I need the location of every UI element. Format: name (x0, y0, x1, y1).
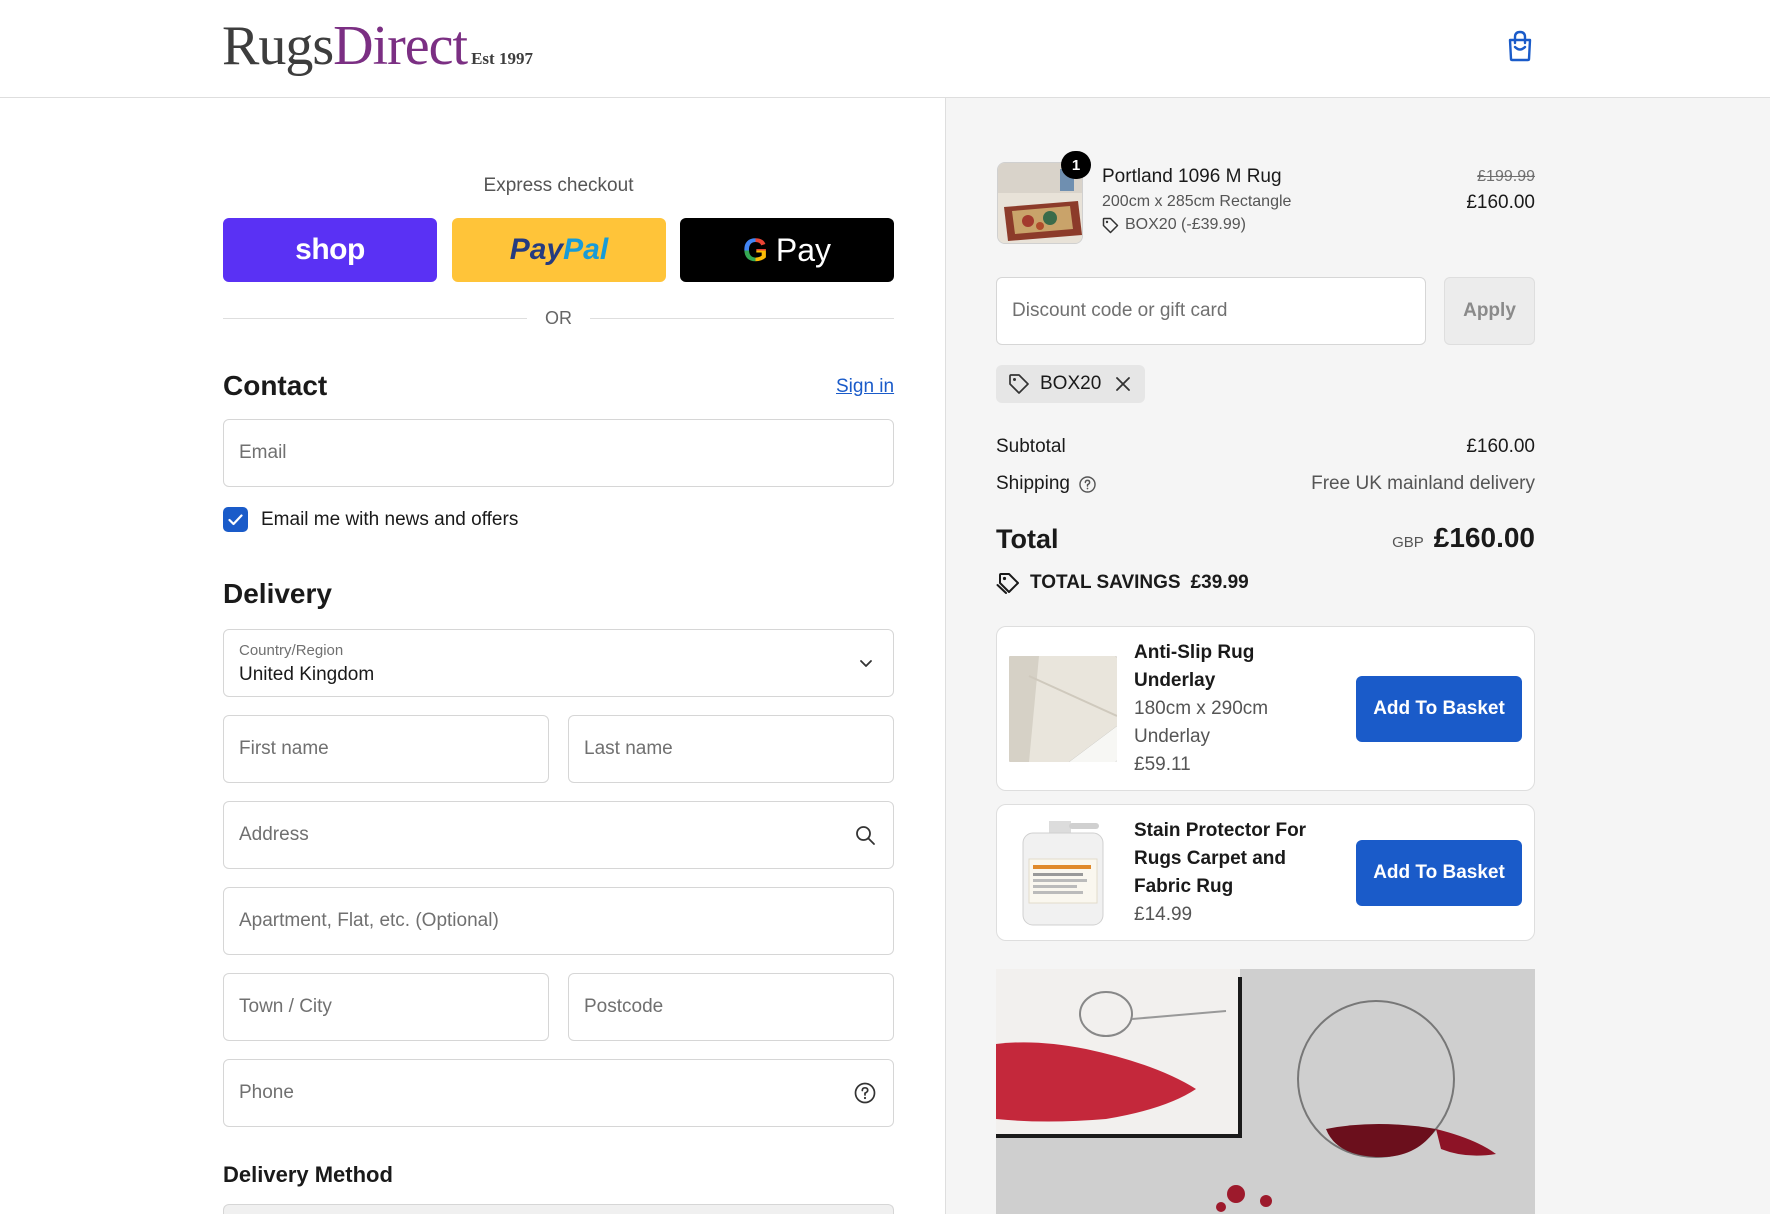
savings-value: £39.99 (1190, 572, 1249, 593)
help-circle-icon[interactable] (853, 1081, 877, 1105)
newsletter-checkbox[interactable] (223, 507, 248, 532)
item-price: £160.00 (1466, 192, 1535, 213)
discount-code-input[interactable]: Discount code or gift card (996, 277, 1426, 345)
google-pay-label: Pay (775, 231, 832, 268)
paypal-label-part1: Pay (509, 233, 564, 266)
sign-in-link[interactable]: Sign in (836, 376, 894, 398)
delivery-method-box[interactable] (223, 1204, 894, 1214)
shipping-value: Free UK mainland delivery (1311, 473, 1535, 494)
google-g-icon: G (742, 231, 768, 268)
help-circle-icon[interactable] (1078, 475, 1097, 494)
logo-est-text: Est 1997 (471, 49, 533, 68)
rugsdirect-logo[interactable]: Rugs Direct Est 1997 (222, 14, 533, 78)
tag-icon (996, 573, 1019, 594)
item-discount: BOX20 (-£39.99) (1102, 216, 1246, 234)
upsell-desc: 180cm x 290cm (1134, 698, 1269, 719)
discount-code-placeholder: Discount code or gift card (1012, 300, 1228, 321)
item-discount-text: BOX20 (-£39.99) (1125, 216, 1246, 233)
first-name-field[interactable]: First name (223, 715, 549, 783)
country-value: United Kingdom (239, 664, 375, 685)
apartment-placeholder: Apartment, Flat, etc. (Optional) (239, 910, 499, 931)
site-header: Rugs Direct Est 1997 (0, 0, 1770, 98)
savings-label: TOTAL SAVINGS (1030, 572, 1181, 593)
upsell-name: Fabric Rug (1134, 876, 1234, 897)
close-icon[interactable] (1115, 376, 1131, 392)
address-field[interactable]: Address (223, 801, 894, 869)
last-name-placeholder: Last name (584, 738, 673, 759)
shipping-row-label: Shipping (996, 473, 1097, 495)
shop-pay-label: shop (295, 233, 365, 266)
tag-icon (1102, 217, 1119, 233)
divider-line (223, 317, 527, 319)
or-divider: OR (223, 306, 894, 330)
applied-code-chip: BOX20 (996, 365, 1146, 403)
last-name-field[interactable]: Last name (568, 715, 894, 783)
applied-code-label: BOX20 (1040, 373, 1102, 394)
item-variant: 200cm x 285cm Rectangle (1102, 193, 1292, 210)
upsell-name: Anti-Slip Rug (1134, 642, 1255, 663)
underlay-details: Anti-Slip Rug Underlay 180cm x 290cm Und… (1134, 639, 1324, 779)
total-value: GBP £160.00 (1392, 522, 1535, 554)
shopping-bag-icon[interactable] (1506, 30, 1534, 62)
stain-protector-image (1009, 819, 1117, 927)
subtotal-value: £160.00 (1466, 436, 1535, 457)
logo-direct-text: Direct (333, 15, 468, 77)
item-name: Portland 1096 M Rug (1102, 166, 1282, 187)
add-to-basket-button[interactable]: Add To Basket (1356, 676, 1522, 742)
express-checkout-title: Express checkout (483, 175, 634, 196)
delivery-method-title: Delivery Method (223, 1162, 393, 1187)
stain-protector-details: Stain Protector For Rugs Carpet and Fabr… (1134, 817, 1324, 929)
shop-pay-button[interactable]: shop (223, 218, 437, 282)
apartment-field[interactable]: Apartment, Flat, etc. (Optional) (223, 887, 894, 955)
underlay-image (1009, 656, 1117, 762)
upsell-name: Underlay (1134, 670, 1216, 691)
postcode-field[interactable]: Postcode (568, 973, 894, 1041)
upsell-card-underlay: Anti-Slip Rug Underlay 180cm x 290cm Und… (996, 626, 1535, 791)
paypal-label-part2: Pal (563, 233, 609, 266)
total-savings: TOTAL SAVINGS £39.99 (996, 572, 1249, 594)
or-text: OR (545, 307, 572, 328)
stain-protection-promo-image (996, 969, 1535, 1214)
shipping-label: Shipping (996, 473, 1070, 494)
phone-placeholder: Phone (239, 1082, 294, 1103)
upsell-price: £14.99 (1134, 904, 1193, 925)
total-label: Total (996, 524, 1059, 554)
upsell-price: £59.11 (1134, 754, 1191, 775)
checkmark-icon (228, 513, 243, 525)
search-icon[interactable] (853, 823, 877, 847)
country-label: Country/Region (239, 642, 344, 659)
upsell-name: Rugs Carpet and (1134, 848, 1287, 869)
city-field[interactable]: Town / City (223, 973, 549, 1041)
total-amount: £160.00 (1433, 522, 1535, 553)
upsell-card-stain-protector: Stain Protector For Rugs Carpet and Fabr… (996, 804, 1535, 941)
google-pay-button[interactable]: G Pay (680, 218, 894, 282)
postcode-placeholder: Postcode (584, 996, 664, 1017)
newsletter-label: Email me with news and offers (261, 508, 519, 530)
newsletter-checkbox-row[interactable]: Email me with news and offers (223, 507, 518, 532)
subtotal-label: Subtotal (996, 436, 1066, 457)
contact-title: Contact (223, 370, 328, 401)
add-to-basket-button[interactable]: Add To Basket (1356, 840, 1522, 906)
delivery-title: Delivery (223, 578, 332, 609)
paypal-button[interactable]: Pay Pal (452, 218, 666, 282)
city-placeholder: Town / City (239, 996, 332, 1017)
upsell-desc: Underlay (1134, 726, 1211, 747)
email-field[interactable]: Email (223, 419, 894, 487)
apply-discount-button[interactable]: Apply (1444, 277, 1535, 345)
logo-rugs-text: Rugs (222, 15, 334, 77)
item-price-original: £199.99 (1477, 168, 1535, 185)
tag-icon (1009, 374, 1029, 394)
address-placeholder: Address (239, 824, 309, 845)
quantity-badge: 1 (1061, 151, 1091, 179)
first-name-placeholder: First name (239, 738, 329, 759)
country-select[interactable]: Country/Region United Kingdom (223, 629, 894, 697)
upsell-name: Stain Protector For (1134, 820, 1307, 841)
total-currency: GBP (1392, 534, 1424, 551)
phone-field[interactable]: Phone (223, 1059, 894, 1127)
chevron-down-icon (860, 660, 872, 667)
divider-line (590, 317, 894, 319)
email-placeholder: Email (239, 442, 287, 463)
